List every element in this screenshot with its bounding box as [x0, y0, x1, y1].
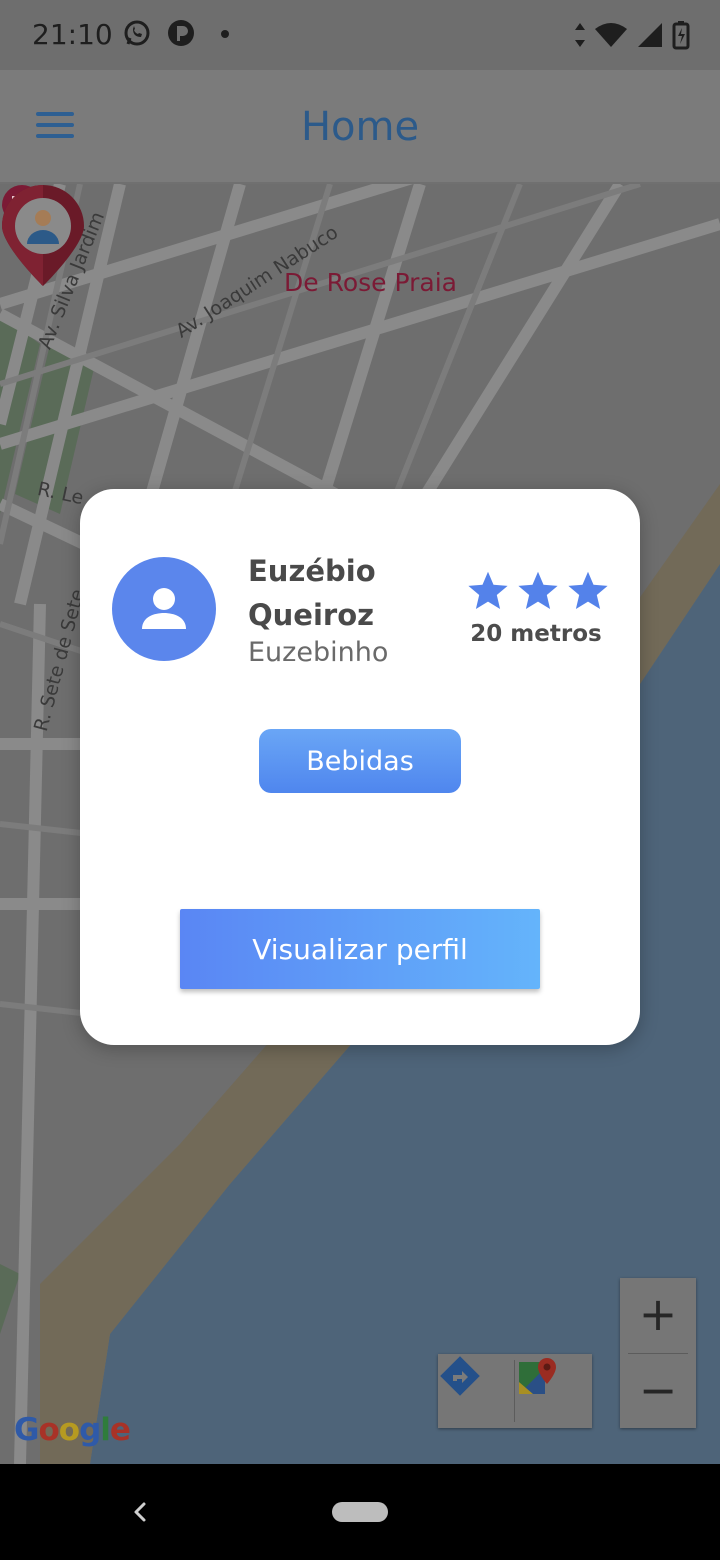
wifi-icon	[594, 21, 628, 54]
star-icon	[518, 571, 558, 609]
user-info-dialog: Euzébio Queiroz Euzebinho 20 metros Bebi…	[80, 489, 640, 1045]
zoom-out-button[interactable]: −	[620, 1354, 696, 1429]
avatar	[112, 557, 216, 661]
user-nickname: Euzebinho	[248, 637, 389, 668]
logo-letter: g	[79, 1412, 101, 1448]
rating-stars	[466, 569, 610, 613]
page-title: Home	[300, 104, 420, 150]
user-name: Euzébio Queiroz	[248, 554, 376, 632]
google-logo: Google	[14, 1412, 131, 1448]
app-notification-icon	[166, 18, 196, 48]
logo-letter: G	[14, 1412, 39, 1448]
person-icon	[142, 588, 186, 629]
whatsapp-icon	[122, 18, 152, 48]
data-transfer-icon	[574, 21, 586, 54]
map-toolbar	[438, 1354, 592, 1428]
poi-label[interactable]: De Rose Praia	[284, 268, 457, 297]
logo-letter: e	[109, 1412, 131, 1448]
logo-letter: o	[58, 1412, 80, 1448]
star-icon	[568, 571, 608, 609]
category-tag-button[interactable]: Bebidas	[259, 729, 461, 793]
notification-icons	[122, 18, 240, 48]
home-pill-button[interactable]	[332, 1502, 388, 1522]
logo-letter: o	[38, 1412, 59, 1448]
status-bar: 21:10	[0, 0, 720, 70]
logo-letter: l	[100, 1412, 111, 1448]
more-notifications-dot-icon	[210, 18, 240, 48]
user-location-pin-icon[interactable]	[0, 184, 86, 288]
battery-icon	[672, 20, 690, 55]
view-profile-button[interactable]: Visualizar perfil	[180, 909, 540, 989]
open-in-maps-icon[interactable]	[515, 1354, 591, 1428]
star-icon	[468, 571, 508, 609]
zoom-in-button[interactable]: +	[620, 1278, 696, 1353]
back-icon[interactable]	[126, 1494, 154, 1530]
signal-icon	[636, 21, 664, 54]
status-time: 21:10	[32, 18, 113, 51]
system-icons	[574, 20, 690, 55]
distance-label: 20 metros	[470, 621, 602, 647]
zoom-controls: + −	[620, 1278, 696, 1428]
app-bar: Home	[0, 70, 720, 184]
directions-icon[interactable]	[438, 1354, 514, 1428]
